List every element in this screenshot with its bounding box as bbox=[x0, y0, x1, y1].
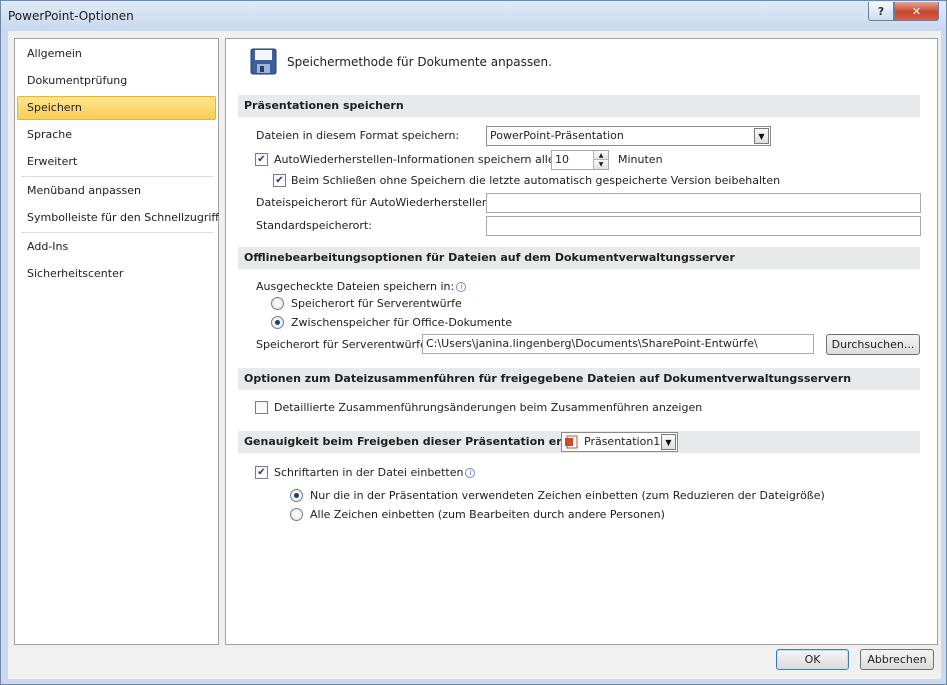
radio-embed-all[interactable] bbox=[290, 508, 303, 521]
title-bar[interactable]: PowerPoint-Optionen ? ✕ bbox=[1, 1, 946, 31]
minutes-label: Minuten bbox=[618, 153, 663, 166]
cancel-button[interactable]: Abbrechen bbox=[860, 649, 934, 670]
chevron-down-icon[interactable]: ▼ bbox=[754, 128, 769, 144]
autorecover-location-input[interactable] bbox=[486, 193, 921, 213]
window-title: PowerPoint-Optionen bbox=[8, 9, 134, 23]
autorecover-location-label: Dateispeicherort für AutoWiederherstelle… bbox=[256, 196, 493, 209]
dialog-client-area: Allgemein Dokumentprüfung Speichern Spra… bbox=[8, 31, 941, 679]
save-format-label: Dateien in diesem Format speichern: bbox=[256, 129, 460, 142]
info-icon: i bbox=[465, 468, 476, 478]
embed-fonts-label-text: Schriftarten in der Datei einbetten bbox=[274, 466, 464, 479]
embed-fonts-label: Schriftarten in der Datei einbetten i bbox=[274, 466, 476, 479]
floppy-disk-icon bbox=[250, 48, 277, 75]
nav-divider bbox=[21, 232, 213, 233]
close-icon: ✕ bbox=[911, 4, 922, 18]
nav-item-sprache[interactable]: Sprache bbox=[27, 124, 72, 146]
autorecover-checkbox[interactable]: ✔ bbox=[255, 153, 268, 166]
nav-divider bbox=[21, 176, 213, 177]
help-icon: ? bbox=[877, 4, 885, 18]
autorecover-minutes-spinner[interactable]: 10 ▲ ▼ bbox=[551, 150, 609, 170]
page-header-text: Speichermethode für Dokumente anpassen. bbox=[287, 55, 552, 69]
default-location-label: Standardspeicherort: bbox=[256, 219, 372, 232]
presentation-dropdown[interactable]: Präsentation1 ▼ bbox=[561, 432, 678, 452]
drafts-location-label: Speicherort für Serverentwürfe: bbox=[256, 338, 431, 351]
autorecover-minutes-value: 10 bbox=[555, 153, 569, 166]
drafts-location-input[interactable]: C:\Users\janina.lingenberg\Documents\Sha… bbox=[422, 334, 814, 354]
radio-office-cache[interactable] bbox=[271, 316, 284, 329]
nav-item-add-ins[interactable]: Add-Ins bbox=[27, 236, 68, 258]
nav-item-menueband-anpassen[interactable]: Menüband anpassen bbox=[27, 180, 141, 202]
keep-last-version-checkbox[interactable]: ✔ bbox=[273, 174, 286, 187]
info-icon: i bbox=[456, 282, 467, 292]
save-format-dropdown[interactable]: PowerPoint-Präsentation ▼ bbox=[486, 126, 771, 146]
radio-embed-all-label: Alle Zeichen einbetten (zum Bearbeiten d… bbox=[310, 508, 665, 521]
checkout-label-text: Ausgecheckte Dateien speichern in: bbox=[256, 280, 455, 293]
checkout-label: Ausgecheckte Dateien speichern in: i bbox=[256, 280, 467, 293]
spin-up-icon[interactable]: ▲ bbox=[593, 151, 608, 160]
options-dialog: PowerPoint-Optionen ? ✕ Allgemein Dokume… bbox=[0, 0, 947, 685]
autorecover-label: AutoWiederherstellen-Informationen speic… bbox=[274, 153, 555, 166]
default-location-input[interactable] bbox=[486, 216, 921, 236]
category-nav: Allgemein Dokumentprüfung Speichern Spra… bbox=[14, 38, 219, 645]
save-format-value: PowerPoint-Präsentation bbox=[490, 129, 624, 142]
radio-server-drafts-label: Speicherort für Serverentwürfe bbox=[291, 297, 462, 310]
detailed-merge-checkbox[interactable] bbox=[255, 401, 268, 414]
chevron-down-icon[interactable]: ▼ bbox=[661, 434, 676, 450]
radio-embed-used-only[interactable] bbox=[290, 489, 303, 502]
radio-embed-used-only-label: Nur die in der Präsentation verwendeten … bbox=[310, 489, 825, 502]
presentation-value: Präsentation1 bbox=[584, 435, 661, 448]
radio-server-drafts[interactable] bbox=[271, 297, 284, 310]
embed-fonts-checkbox[interactable]: ✔ bbox=[255, 466, 268, 479]
nav-item-dokumentpruefung[interactable]: Dokumentprüfung bbox=[27, 70, 127, 92]
section-header-merge: Optionen zum Dateizusammenführen für fre… bbox=[238, 368, 920, 390]
powerpoint-file-icon bbox=[565, 435, 578, 449]
nav-item-erweitert[interactable]: Erweitert bbox=[27, 151, 77, 173]
section-header-save: Präsentationen speichern bbox=[238, 95, 920, 117]
browse-button[interactable]: Durchsuchen... bbox=[826, 334, 920, 355]
close-button[interactable]: ✕ bbox=[894, 2, 939, 21]
detailed-merge-label: Detaillierte Zusammenführungsänderungen … bbox=[274, 401, 703, 414]
spin-down-icon[interactable]: ▼ bbox=[593, 160, 608, 169]
section-header-offline: Offlinebearbeitungsoptionen für Dateien … bbox=[238, 247, 920, 269]
nav-item-speichern[interactable]: Speichern bbox=[27, 97, 82, 119]
help-button[interactable]: ? bbox=[868, 2, 894, 21]
keep-last-version-label: Beim Schließen ohne Speichern die letzte… bbox=[291, 174, 781, 187]
fidelity-title: Genauigkeit beim Freigeben dieser Präsen… bbox=[244, 435, 606, 448]
options-content-panel: Speichermethode für Dokumente anpassen. … bbox=[225, 38, 938, 645]
nav-item-schnellzugriff[interactable]: Symbolleiste für den Schnellzugriff bbox=[27, 207, 219, 229]
ok-button[interactable]: OK bbox=[776, 649, 849, 670]
nav-item-sicherheitscenter[interactable]: Sicherheitscenter bbox=[27, 263, 123, 285]
radio-office-cache-label: Zwischenspeicher für Office-Dokumente bbox=[291, 316, 513, 329]
nav-item-allgemein[interactable]: Allgemein bbox=[27, 43, 82, 65]
